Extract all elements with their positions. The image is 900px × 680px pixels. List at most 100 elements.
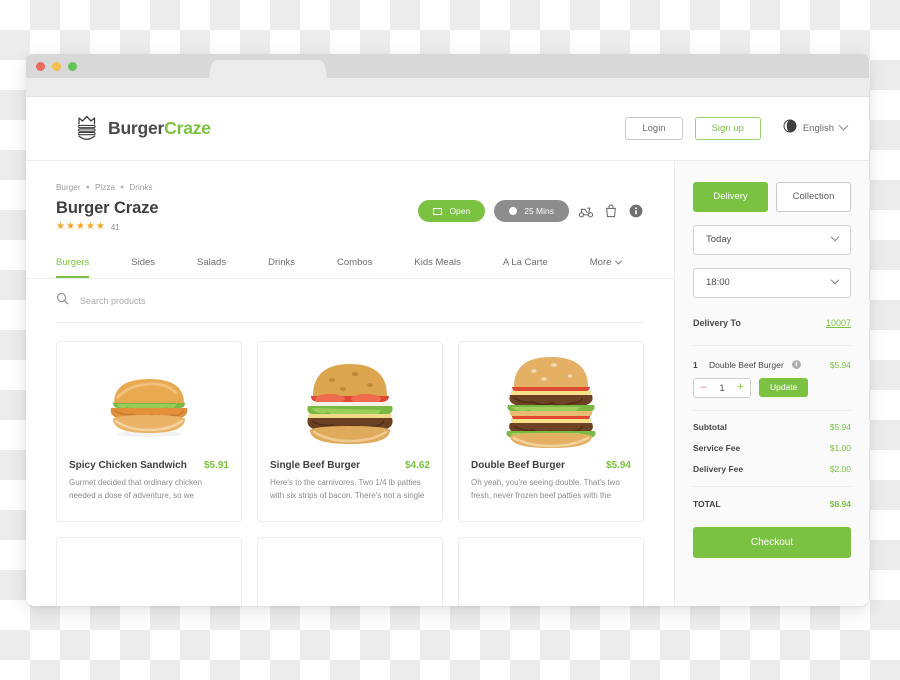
decrease-quantity-button[interactable]: – [694,382,713,393]
tab-kids-meals[interactable]: Kids Meals [414,248,460,278]
chevron-down-icon [838,120,849,131]
tab-sides[interactable]: Sides [131,248,155,278]
clock-icon [509,207,518,215]
search-input[interactable] [80,296,380,306]
tab-combos[interactable]: Combos [337,248,372,278]
product-card[interactable]: Single Beef Burger $4.62 [257,537,443,606]
increase-quantity-button[interactable]: + [731,382,750,393]
close-window-button[interactable] [36,62,45,71]
search-bar[interactable] [56,279,644,323]
rating: ★★★★★ 41 [56,222,158,232]
product-title: Single Beef Burger [270,460,361,471]
day-select[interactable]: Today [693,224,851,255]
tab-label: A La Carte [502,257,548,268]
delivery-address-row: Delivery To 10007 [693,318,851,346]
product-grid: Spicy Chicken Sandwich $5.91 Gurmet deci… [56,323,644,606]
star-rating-icon: ★★★★★ [56,221,106,232]
prep-time-label: 25 Mins [524,206,554,216]
product-image [57,342,241,460]
login-button[interactable]: Login [625,116,683,141]
restaurant-info: Burger ● Pizza ● Drinks Burger Craze ★★★… [56,183,159,232]
product-card[interactable]: Single Beef Burger $4.62 Here's to the c… [257,341,443,522]
fulfillment-mode-toggle: Delivery Collection [693,182,851,212]
browser-toolbar [26,78,869,97]
total-label: TOTAL [693,498,721,509]
menu-column: Burger ● Pizza ● Drinks Burger Craze ★★★… [26,161,675,606]
subtotal-label: Subtotal [693,421,727,432]
product-description: Gurmet decided that ordinary chicken nee… [69,478,202,501]
collection-button[interactable]: Collection [776,182,851,212]
product-card[interactable]: Spicy Chicken Sandwich $5.91 Gurmet deci… [56,341,242,522]
page-body: Burger ● Pizza ● Drinks Burger Craze ★★★… [26,161,869,606]
search-icon [56,292,69,310]
tab-salads[interactable]: Salads [197,248,226,278]
breadcrumb-item-2[interactable]: Drinks [129,183,152,192]
header-actions: Login Sign up English [625,116,849,141]
page-title: Burger Craze [56,199,159,217]
tab-label: Salads [197,257,227,268]
brand-name-second: Craze [164,118,211,138]
product-image [459,342,643,460]
breadcrumb-item-1[interactable]: Pizza [95,183,115,192]
service-fee-row: Service Fee $1.00 [693,443,851,453]
browser-window: BurgerCraze Login Sign up English Burger… [26,54,869,606]
language-selector[interactable]: English [783,119,849,138]
bag-icon[interactable] [603,203,619,219]
tab-label: Burgers [56,257,90,268]
language-label: English [802,123,834,134]
day-select-value: Today [706,234,732,245]
delivery-button[interactable]: Delivery [693,182,768,212]
chevron-down-icon [615,257,623,265]
delivery-zip-link[interactable]: 10007 [826,318,851,328]
tab-more[interactable]: More [590,248,623,278]
order-item-controls: – 1 + Update [693,377,851,411]
restaurant-hero: Burger ● Pizza ● Drinks Burger Craze ★★★… [26,161,674,232]
menu-category-tabs: Burgers Sides Salads Drinks Combos Kids … [26,248,674,279]
globe-icon [783,119,797,138]
product-title: Spicy Chicken Sandwich [69,460,187,471]
chevron-down-icon [830,232,840,241]
browser-tab[interactable] [209,60,327,78]
checkout-button[interactable]: Checkout [693,526,851,558]
info-icon[interactable] [628,203,644,219]
delivery-fee-value: $2.00 [829,463,851,474]
store-icon [433,207,443,215]
tab-a-la-carte[interactable]: A La Carte [503,248,548,278]
quantity-stepper[interactable]: – 1 + [693,377,751,398]
product-price: $4.62 [404,460,430,471]
maximize-window-button[interactable] [68,62,77,71]
tab-burgers[interactable]: Burgers [56,248,90,278]
product-price: $5.94 [605,460,631,471]
brand-name: BurgerCraze [108,118,211,139]
tab-label: Kids Meals [414,257,461,268]
breadcrumb: Burger ● Pizza ● Drinks [56,183,158,192]
info-icon[interactable]: i [791,360,801,369]
burger-crown-icon [74,114,100,144]
product-card[interactable]: Asiago Ranch Chicken $5.91 [56,537,242,606]
order-sidebar: Delivery Collection Today 18:00 Delivery… [675,161,869,606]
divider [693,485,851,487]
tab-drinks[interactable]: Drinks [268,248,295,278]
breadcrumb-item-0[interactable]: Burger [56,183,81,192]
scooter-icon[interactable] [578,203,594,219]
signup-button[interactable]: Sign up [694,116,761,141]
brand-logo[interactable]: BurgerCraze [74,114,211,144]
product-card[interactable]: Double Beef Burger $5.62 [458,537,644,606]
update-button[interactable]: Update [759,378,809,397]
site-header: BurgerCraze Login Sign up English [26,97,869,161]
product-card[interactable]: Double Beef Burger $5.94 Oh yeah, you're… [458,341,644,522]
product-info: Spicy Chicken Sandwich $5.91 Gurmet deci… [57,460,241,512]
product-description: Oh yeah, you're seeing double. That's tw… [471,478,620,501]
status-badge-open: Open [418,200,486,222]
window-controls[interactable] [36,62,77,71]
service-fee-value: $1.00 [829,442,851,453]
product-price: $5.91 [203,460,229,471]
product-description: Here's to the carnivores. Two 1/4 lb pat… [270,478,425,501]
product-title: Double Beef Burger [471,460,565,471]
order-item-row: 1 Double Beef Burger i $5.94 [693,360,851,370]
minimize-window-button[interactable] [52,62,61,71]
subtotal-value: $5.94 [829,421,851,432]
time-select[interactable]: 18:00 [693,267,851,298]
service-fee-label: Service Fee [693,442,741,453]
product-image [258,538,442,606]
